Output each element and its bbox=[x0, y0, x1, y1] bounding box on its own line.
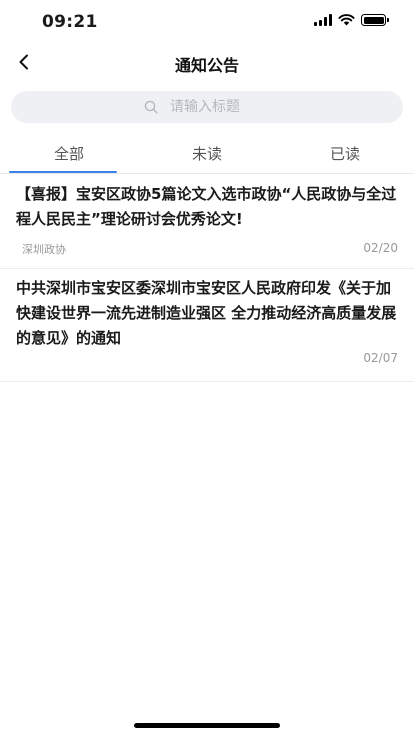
status-bar: 09:21 bbox=[0, 0, 414, 44]
wifi-icon bbox=[338, 14, 355, 26]
notice-title: 【喜报】宝安区政协5篇论文入选市政协“人民政协与全过程人民民主”理论研讨会优秀论… bbox=[16, 185, 397, 228]
status-time: 09:21 bbox=[42, 12, 98, 32]
notice-source: 深圳政协 bbox=[22, 243, 66, 256]
status-icons bbox=[314, 14, 389, 26]
cellular-signal-icon bbox=[314, 14, 332, 26]
tab-unread[interactable]: 未读 bbox=[138, 137, 276, 173]
tab-read[interactable]: 已读 bbox=[276, 137, 414, 173]
page-title: 通知公告 bbox=[174, 56, 239, 75]
notice-date: 02/20 bbox=[363, 241, 398, 255]
search-input[interactable] bbox=[170, 99, 270, 115]
notice-title: 中共深圳市宝安区委深圳市宝安区人民政府印发《关于加快建设世界一流先进制造业强区 … bbox=[16, 279, 397, 347]
home-indicator[interactable] bbox=[134, 723, 280, 728]
notice-list: 【喜报】宝安区政协5篇论文入选市政协“人民政协与全过程人民民主”理论研讨会优秀论… bbox=[0, 174, 414, 382]
list-item[interactable]: 中共深圳市宝安区委深圳市宝安区人民政府印发《关于加快建设世界一流先进制造业强区 … bbox=[0, 269, 414, 382]
nav-bar: 通知公告 bbox=[0, 44, 414, 84]
notice-screen: 09:21 通知公告 全 bbox=[0, 0, 414, 736]
tab-all[interactable]: 全部 bbox=[0, 137, 138, 173]
notice-date: 02/07 bbox=[363, 351, 398, 365]
search-icon bbox=[144, 100, 158, 114]
tab-bar: 全部 未读 已读 bbox=[0, 137, 414, 173]
list-item[interactable]: 【喜报】宝安区政协5篇论文入选市政协“人民政协与全过程人民民主”理论研讨会优秀论… bbox=[0, 174, 414, 269]
battery-icon bbox=[361, 14, 389, 26]
search-bar[interactable] bbox=[11, 91, 403, 123]
